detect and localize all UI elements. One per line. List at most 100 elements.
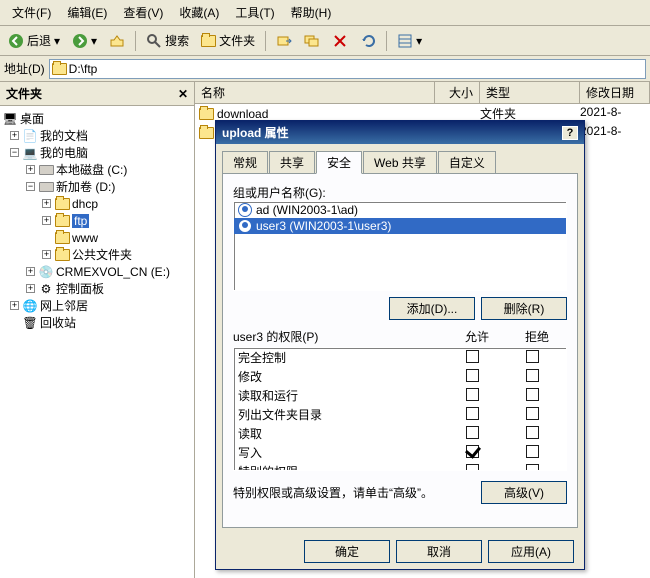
expand-icon[interactable]: + — [26, 284, 35, 293]
tree-recycle[interactable]: 回收站 — [40, 314, 76, 331]
tree-ctrl[interactable]: 控制面板 — [56, 280, 104, 297]
cancel-button[interactable]: 取消 — [396, 540, 482, 563]
back-button[interactable]: 后退 ▾ — [4, 30, 64, 51]
folder-icon — [54, 247, 70, 263]
tab-2[interactable]: 安全 — [316, 151, 362, 174]
perm-name: 修改 — [238, 368, 442, 385]
group-users-label: 组或用户名称(G): — [233, 184, 567, 201]
tab-4[interactable]: 自定义 — [438, 151, 496, 174]
tree-new-vol-d[interactable]: 新加卷 (D:) — [56, 178, 115, 195]
folder-icon — [52, 63, 67, 75]
list-header: 名称 大小 类型 修改日期 — [195, 82, 650, 104]
allow-checkbox[interactable] — [466, 464, 479, 472]
folder-tree[interactable]: 🖥桌面 +📄我的文档 −💻我的电脑 +本地磁盘 (C:) −新加卷 (D:) +… — [0, 106, 194, 578]
user-list[interactable]: ad (WIN2003-1\ad)user3 (WIN2003-1\user3) — [233, 201, 567, 291]
copy-button[interactable] — [300, 31, 324, 51]
search-button[interactable]: 搜索 — [142, 30, 193, 51]
views-button[interactable]: ▾ — [393, 31, 426, 51]
add-button[interactable]: 添加(D)... — [389, 297, 475, 320]
deny-checkbox[interactable] — [526, 369, 539, 382]
deny-checkbox[interactable] — [526, 445, 539, 458]
menu-fav[interactable]: 收藏(A) — [171, 2, 227, 23]
deny-checkbox[interactable] — [526, 464, 539, 472]
ok-button[interactable]: 确定 — [304, 540, 390, 563]
expand-icon[interactable]: + — [42, 199, 51, 208]
allow-header: 允许 — [447, 328, 507, 345]
dialog-titlebar[interactable]: upload 属性 ? — [216, 121, 584, 144]
security-tab-panel: 组或用户名称(G): ad (WIN2003-1\ad)user3 (WIN20… — [222, 173, 578, 528]
allow-checkbox[interactable] — [466, 445, 479, 458]
recycle-icon: 🗑 — [22, 315, 38, 331]
address-label: 地址(D) — [4, 60, 45, 77]
user-list-item[interactable]: user3 (WIN2003-1\user3) — [234, 218, 566, 234]
folders-pane-title: 文件夹 — [6, 85, 42, 102]
deny-checkbox[interactable] — [526, 407, 539, 420]
collapse-icon[interactable]: − — [26, 182, 35, 191]
menu-edit[interactable]: 编辑(E) — [59, 2, 115, 23]
allow-checkbox[interactable] — [466, 426, 479, 439]
tree-netplaces[interactable]: 网上邻居 — [40, 297, 88, 314]
permission-row: 列出文件夹目录 — [234, 405, 566, 424]
folders-button[interactable]: 文件夹 — [197, 30, 259, 51]
deny-checkbox[interactable] — [526, 426, 539, 439]
apply-button[interactable]: 应用(A) — [488, 540, 574, 563]
up-button[interactable] — [105, 31, 129, 51]
user-icon — [238, 203, 252, 217]
folder-icon — [201, 35, 216, 47]
allow-checkbox[interactable] — [466, 369, 479, 382]
tree-local-c[interactable]: 本地磁盘 (C:) — [56, 161, 127, 178]
tree-crmex[interactable]: CRMEXVOL_CN (E:) — [56, 265, 170, 279]
col-type[interactable]: 类型 — [480, 82, 580, 103]
expand-icon[interactable]: + — [10, 131, 19, 140]
tree-public[interactable]: 公共文件夹 — [72, 246, 132, 263]
back-label: 后退 — [27, 32, 51, 49]
col-name[interactable]: 名称 — [195, 82, 435, 103]
allow-checkbox[interactable] — [466, 388, 479, 401]
deny-checkbox[interactable] — [526, 388, 539, 401]
tree-dhcp[interactable]: dhcp — [72, 197, 98, 211]
tree-desktop[interactable]: 桌面 — [20, 110, 44, 127]
folder-icon — [199, 108, 214, 120]
delete-button[interactable] — [328, 31, 352, 51]
allow-checkbox[interactable] — [466, 407, 479, 420]
allow-checkbox[interactable] — [466, 350, 479, 363]
col-date[interactable]: 修改日期 — [580, 82, 650, 103]
forward-button[interactable]: ▾ — [68, 31, 101, 51]
expand-icon[interactable]: + — [26, 165, 35, 174]
folder-icon — [199, 127, 214, 139]
user-list-item[interactable]: ad (WIN2003-1\ad) — [234, 202, 566, 218]
menu-view[interactable]: 查看(V) — [115, 2, 171, 23]
tab-3[interactable]: Web 共享 — [363, 151, 437, 174]
tab-0[interactable]: 常规 — [222, 151, 268, 174]
tree-ftp[interactable]: ftp — [72, 214, 89, 228]
expand-icon[interactable]: + — [42, 216, 51, 225]
expand-icon[interactable]: + — [10, 301, 19, 310]
tree-mycomputer[interactable]: 我的电脑 — [40, 144, 88, 161]
menu-help[interactable]: 帮助(H) — [283, 2, 340, 23]
tab-strip: 常规共享安全Web 共享自定义 — [222, 150, 578, 173]
fwd-dropdown-icon: ▾ — [91, 34, 97, 48]
tree-www[interactable]: www — [72, 231, 98, 245]
properties-dialog: upload 属性 ? 常规共享安全Web 共享自定义 组或用户名称(G): a… — [215, 120, 585, 570]
col-size[interactable]: 大小 — [435, 82, 480, 103]
network-icon: 🌐 — [22, 298, 38, 314]
address-path: D:\ftp — [69, 62, 98, 76]
advanced-button[interactable]: 高级(V) — [481, 481, 567, 504]
expand-icon[interactable]: + — [42, 250, 51, 259]
close-pane-icon[interactable]: ✕ — [178, 87, 188, 101]
collapse-icon[interactable]: − — [10, 148, 19, 157]
menu-file[interactable]: 文件(F) — [4, 2, 59, 23]
deny-checkbox[interactable] — [526, 350, 539, 363]
tree-mydocs[interactable]: 我的文档 — [40, 127, 88, 144]
menu-tools[interactable]: 工具(T) — [227, 2, 282, 23]
address-input[interactable]: D:\ftp — [49, 59, 646, 79]
permission-row: 写入 — [234, 443, 566, 462]
move-button[interactable] — [272, 31, 296, 51]
help-icon[interactable]: ? — [562, 126, 578, 140]
remove-button[interactable]: 删除(R) — [481, 297, 567, 320]
tab-1[interactable]: 共享 — [269, 151, 315, 174]
undo-button[interactable] — [356, 31, 380, 51]
permissions-list[interactable]: 完全控制修改读取和运行列出文件夹目录读取写入特别的权限 — [233, 347, 567, 471]
desktop-icon: 🖥 — [2, 111, 18, 127]
expand-icon[interactable]: + — [26, 267, 35, 276]
